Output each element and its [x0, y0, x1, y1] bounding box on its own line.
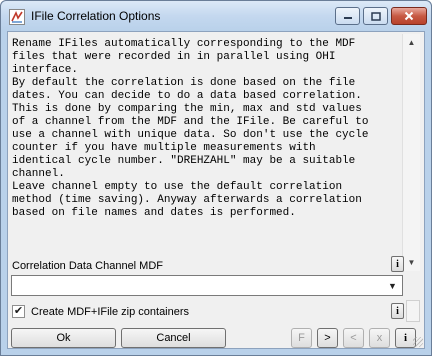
zip-row-scrollbar[interactable] [406, 300, 420, 322]
check-mark-icon: ✔ [13, 305, 24, 317]
description-line: This is done by comparing the min, max a… [12, 103, 362, 115]
title-bar[interactable]: IFile Correlation Options [1, 1, 431, 31]
description-line: Leave channel empty to use the default c… [12, 181, 343, 193]
resize-grip-icon[interactable] [413, 337, 423, 347]
description-line: By default the correlation is done based… [12, 77, 356, 89]
chevron-down-icon[interactable]: ▼ [385, 278, 400, 293]
description-line: files that were recorded in in parallel … [12, 51, 336, 63]
description-line: of a channel from the MDF and the IFile.… [12, 116, 369, 128]
dialog-window: IFile Correlation Options Rename IFiles … [0, 0, 432, 356]
cancel-button[interactable]: Cancel [121, 328, 226, 348]
zip-checkbox[interactable]: ✔ [12, 305, 25, 318]
f-button[interactable]: F [291, 328, 312, 348]
description-line: interface. [12, 64, 79, 76]
close-icon [404, 11, 414, 21]
prev-button[interactable]: < [343, 328, 364, 348]
dialog-client-area: Rename IFiles automatically correspondin… [7, 31, 425, 349]
maximize-icon [370, 11, 381, 21]
next-button[interactable]: > [317, 328, 338, 348]
channel-field-label: Correlation Data Channel MDF [12, 260, 164, 272]
description-text: Rename IFiles automatically correspondin… [10, 34, 405, 264]
description-line: identical cycle number. "DREHZAHL" may b… [12, 155, 356, 167]
description-line: Rename IFiles automatically correspondin… [12, 38, 356, 50]
zip-info-button[interactable]: i [391, 303, 404, 319]
ok-button[interactable]: Ok [11, 328, 116, 348]
description-line: channel. [12, 168, 65, 180]
x-button[interactable]: x [369, 328, 390, 348]
description-line: method (time saving). Anyway afterwards … [12, 194, 362, 206]
channel-info-button[interactable]: i [391, 256, 404, 272]
description-line: based on file names and dates is perform… [12, 207, 296, 219]
zip-checkbox-label: Create MDF+IFile zip containers [31, 305, 190, 318]
zip-option-row[interactable]: ✔ Create MDF+IFile zip containers [12, 305, 189, 318]
maximize-button[interactable] [363, 7, 388, 25]
scroll-up-arrow-icon[interactable]: ▲ [403, 34, 420, 51]
channel-select[interactable]: ▼ [11, 275, 403, 296]
minimize-button[interactable] [335, 7, 360, 25]
description-scrollbar[interactable]: ▲ ▼ [402, 34, 420, 271]
app-icon [9, 9, 25, 25]
scroll-down-arrow-icon[interactable]: ▼ [403, 254, 420, 271]
window-title: IFile Correlation Options [31, 9, 161, 23]
close-window-button[interactable] [391, 7, 427, 25]
minimize-icon [343, 17, 352, 19]
description-line: dates. You can decide to do a data based… [12, 90, 362, 102]
description-line: use a channel with unique data. So don't… [12, 129, 369, 141]
description-line: counter if you have multiple measurement… [12, 142, 316, 154]
